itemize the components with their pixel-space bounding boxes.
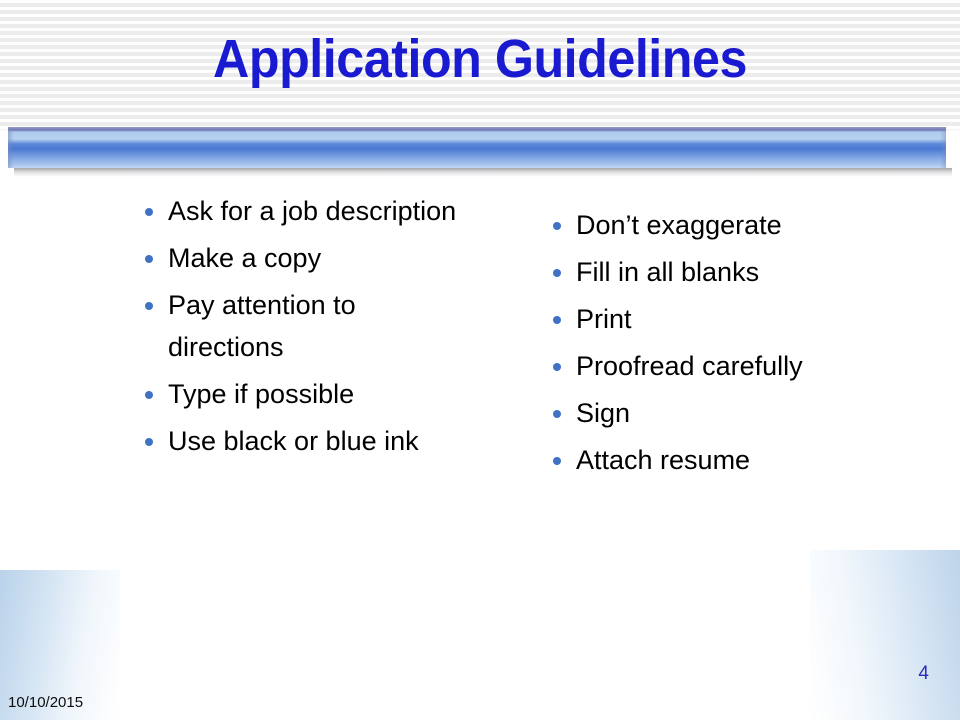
- divider-bar-gradient: [8, 127, 946, 168]
- list-item-label: Ask for a job description: [168, 196, 457, 226]
- list-item-label: Use black or blue ink: [168, 426, 419, 456]
- list-item: Fill in all blanks: [544, 251, 914, 293]
- list-item: Print: [544, 298, 914, 340]
- list-item: Sign: [544, 392, 914, 434]
- bullet-dot-icon: [145, 438, 153, 446]
- list-item-label: Print: [576, 304, 632, 334]
- list-item: Don’t exaggerate: [544, 204, 914, 246]
- bullet-column-right: Don’t exaggerate Fill in all blanks Prin…: [544, 204, 914, 486]
- list-item: Use black or blue ink: [136, 420, 466, 462]
- bullet-dot-icon: [553, 410, 561, 418]
- bullet-list-left: Ask for a job description Make a copy Pa…: [136, 190, 466, 462]
- list-item-label: Fill in all blanks: [576, 257, 760, 287]
- bullet-dot-icon: [145, 302, 153, 310]
- list-item: Proofread carefully: [544, 345, 914, 387]
- bullet-dot-icon: [553, 269, 561, 277]
- list-item-label: Make a copy: [168, 243, 322, 273]
- bullet-dot-icon: [553, 222, 561, 230]
- bullet-dot-icon: [553, 363, 561, 371]
- divider-bar-shadow: [14, 168, 952, 177]
- bullet-dot-icon: [145, 208, 153, 216]
- title-divider-bar: [8, 127, 952, 177]
- list-item-label: Don’t exaggerate: [576, 210, 782, 240]
- page-title: Application Guidelines: [213, 29, 747, 89]
- list-item: Pay attention to directions: [136, 284, 466, 368]
- list-item-label: Pay attention to directions: [168, 290, 356, 362]
- slide-content: Ask for a job description Make a copy Pa…: [0, 190, 960, 620]
- list-item-label: Proofread carefully: [576, 351, 803, 381]
- footer-page-number: 4: [918, 663, 929, 684]
- list-item: Type if possible: [136, 373, 466, 415]
- bullet-dot-icon: [145, 255, 153, 263]
- slide: Application Guidelines Ask for a job des…: [0, 0, 960, 720]
- list-item-label: Type if possible: [168, 379, 355, 409]
- bullet-list-right: Don’t exaggerate Fill in all blanks Prin…: [544, 204, 914, 481]
- list-item: Make a copy: [136, 237, 466, 279]
- bullet-column-left: Ask for a job description Make a copy Pa…: [136, 190, 466, 467]
- bullet-dot-icon: [553, 457, 561, 465]
- list-item-label: Sign: [576, 398, 631, 428]
- bullet-dot-icon: [553, 316, 561, 324]
- list-item-label: Attach resume: [576, 445, 751, 475]
- list-item: Attach resume: [544, 439, 914, 481]
- list-item: Ask for a job description: [136, 190, 466, 232]
- footer-date: 10/10/2015: [8, 694, 84, 711]
- bullet-dot-icon: [145, 391, 153, 399]
